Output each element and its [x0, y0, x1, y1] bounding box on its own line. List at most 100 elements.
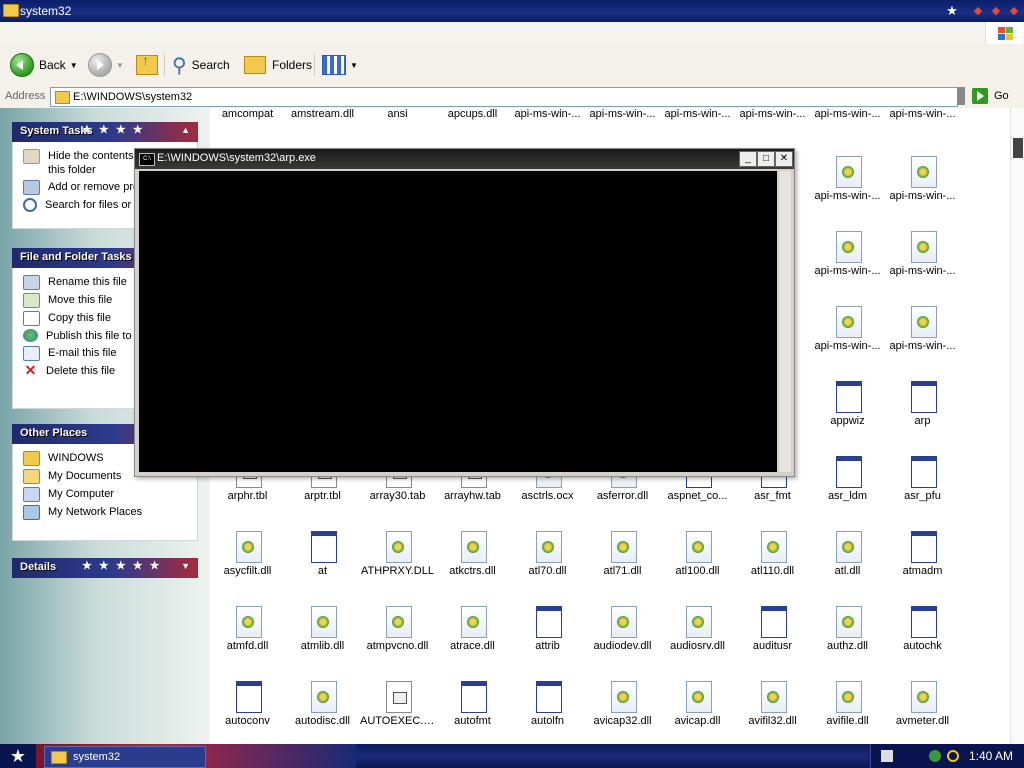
address-field[interactable]: E:\WINDOWS\system32 [50, 87, 958, 107]
file-item[interactable]: asycfilt.dll [210, 519, 285, 594]
file-item[interactable]: api-ms-win-... [810, 294, 885, 369]
vertical-scrollbar[interactable] [1010, 108, 1024, 744]
console-output[interactable] [139, 171, 777, 472]
start-button[interactable]: ★ [0, 744, 36, 768]
file-item[interactable]: appwiz [810, 369, 885, 444]
file-item[interactable]: avmeter.dll [885, 669, 960, 744]
file-item[interactable]: atl.dll [810, 519, 885, 594]
file-item[interactable]: audiosrv.dll [660, 594, 735, 669]
file-name: api-ms-win-... [589, 108, 656, 120]
console-scrollbar[interactable] [779, 171, 791, 472]
back-button[interactable]: Back ▼ [10, 52, 78, 78]
network-status-icon[interactable] [929, 750, 941, 762]
place-my-computer[interactable]: My Computer [23, 487, 197, 502]
chevron-down-icon: ▼ [116, 60, 124, 70]
maximize-button[interactable]: ◆ [986, 2, 1006, 20]
application-icon [536, 681, 562, 713]
console-minimize-button[interactable]: _ [739, 151, 757, 167]
file-item[interactable]: atmpvcno.dll [360, 594, 435, 669]
go-button[interactable]: Go [972, 87, 1009, 105]
file-name: api-ms-win-... [889, 265, 956, 277]
file-item[interactable]: atmadm [885, 519, 960, 594]
file-item[interactable]: atmlib.dll [285, 594, 360, 669]
collapse-icon[interactable]: ▲ [181, 125, 190, 135]
file-item[interactable]: autolfn [510, 669, 585, 744]
scrollbar-thumb[interactable] [1013, 138, 1023, 158]
keyboard-icon[interactable] [881, 750, 893, 762]
file-item[interactable]: autochk [885, 594, 960, 669]
forward-button[interactable]: ▼ [88, 52, 124, 78]
file-item[interactable]: avicap.dll [660, 669, 735, 744]
application-icon [461, 681, 487, 713]
search-button[interactable]: ⚲ Search [172, 52, 230, 78]
file-item[interactable]: api-ms-win-... [810, 144, 885, 219]
application-icon [836, 456, 862, 488]
file-item[interactable]: autodisc.dll [285, 669, 360, 744]
toolbar: Back ▼ ▼ ↑ ⚲ Search Folders ▼ [0, 44, 1024, 87]
dll-file-icon [836, 156, 862, 188]
file-item[interactable]: atl100.dll [660, 519, 735, 594]
file-item[interactable]: atrace.dll [435, 594, 510, 669]
dll-file-icon [836, 231, 862, 263]
search-icon[interactable] [947, 750, 959, 762]
file-item[interactable]: arp [885, 369, 960, 444]
details-header[interactable]: Details ★ ★ ★ ★ ★ ▼ [12, 558, 198, 578]
file-item[interactable]: ATHPRXY.DLL [360, 519, 435, 594]
taskbar-item-system32[interactable]: system32 [44, 746, 206, 768]
system-tasks-header[interactable]: System Tasks ★ ★ ★ ★ ▲ [12, 122, 198, 142]
dll-file-icon [836, 531, 862, 563]
address-value: E:\WINDOWS\system32 [73, 91, 193, 103]
file-item[interactable]: autofmt [435, 669, 510, 744]
file-item[interactable]: atl70.dll [510, 519, 585, 594]
file-item[interactable]: atl71.dll [585, 519, 660, 594]
file-item[interactable]: atmfd.dll [210, 594, 285, 669]
console-title-bar[interactable]: C:\ E:\WINDOWS\system32\arp.exe _ □ ✕ [135, 149, 794, 169]
file-item[interactable]: asr_pfu [885, 444, 960, 519]
file-item[interactable]: api-ms-win-... [885, 219, 960, 294]
console-window[interactable]: C:\ E:\WINDOWS\system32\arp.exe _ □ ✕ [134, 148, 795, 477]
place-my-network[interactable]: My Network Places [23, 505, 197, 520]
file-item[interactable]: atl110.dll [735, 519, 810, 594]
file-name: atl71.dll [603, 565, 642, 577]
file-name: api-ms-win-... [889, 108, 956, 120]
file-item[interactable]: attrib [510, 594, 585, 669]
file-name: api-ms-win-... [889, 190, 956, 202]
file-item[interactable]: asr_ldm [810, 444, 885, 519]
file-item[interactable]: avifil32.dll [735, 669, 810, 744]
file-item[interactable]: avicap32.dll [585, 669, 660, 744]
file-item[interactable]: api-ms-win-... [885, 144, 960, 219]
file-item[interactable]: audiodev.dll [585, 594, 660, 669]
file-item[interactable]: api-ms-win-... [885, 294, 960, 369]
close-button[interactable]: ◆ [1004, 2, 1024, 20]
console-maximize-button[interactable]: □ [757, 151, 775, 167]
views-icon [322, 55, 346, 75]
file-name: asr_ldm [827, 490, 868, 502]
address-dropdown-button[interactable] [957, 87, 965, 105]
windows-logo-icon [985, 22, 1024, 44]
up-folder-icon: ↑ [136, 52, 158, 75]
folders-button[interactable]: Folders [244, 52, 312, 78]
file-item[interactable]: AUTOEXEC.NT [360, 669, 435, 744]
forward-arrow-icon [88, 53, 112, 77]
expand-icon[interactable]: ▼ [181, 561, 190, 571]
file-item[interactable]: auditusr [735, 594, 810, 669]
file-name: ATHPRXY.DLL [361, 565, 434, 577]
views-button[interactable]: ▼ [322, 52, 358, 78]
file-name: authz.dll [827, 640, 868, 652]
file-name: asferror.dll [596, 490, 649, 502]
file-item[interactable]: avifile.dll [810, 669, 885, 744]
file-item[interactable]: api-ms-win-... [810, 219, 885, 294]
file-name: atmlib.dll [300, 640, 345, 652]
file-item[interactable]: atkctrs.dll [435, 519, 510, 594]
dll-file-icon [911, 306, 937, 338]
file-item[interactable]: authz.dll [810, 594, 885, 669]
minimize-button[interactable]: ◆ [968, 2, 988, 20]
console-close-button[interactable]: ✕ [775, 151, 793, 167]
file-item[interactable]: autoconv [210, 669, 285, 744]
file-item[interactable]: at [285, 519, 360, 594]
dll-file-icon [761, 531, 787, 563]
up-folder-button[interactable]: ↑ [136, 52, 158, 78]
file-name: asycfilt.dll [223, 565, 272, 577]
file-name: avmeter.dll [895, 715, 950, 727]
file-name: arptr.tbl [304, 490, 341, 502]
